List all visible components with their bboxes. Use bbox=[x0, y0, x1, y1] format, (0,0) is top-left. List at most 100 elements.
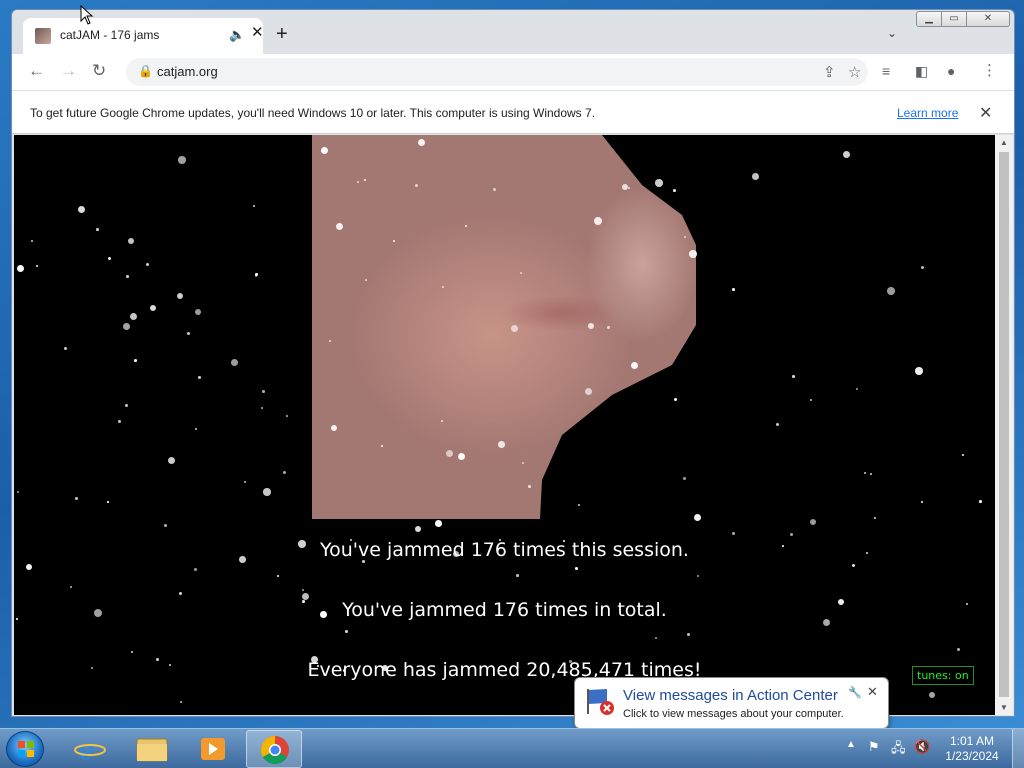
media-control-icon[interactable]: ≡ bbox=[882, 62, 890, 80]
starfield-star bbox=[94, 609, 102, 617]
starfield-star bbox=[164, 524, 167, 527]
starfield-star bbox=[522, 462, 524, 464]
show-desktop-button[interactable] bbox=[1012, 729, 1024, 768]
reload-icon[interactable]: ↻ bbox=[92, 62, 106, 80]
side-panel-icon[interactable]: ◧ bbox=[915, 62, 928, 80]
starfield-star bbox=[195, 428, 197, 430]
starfield-star bbox=[453, 551, 459, 557]
maximize-button[interactable]: ▭ bbox=[941, 11, 967, 27]
starfield-star bbox=[17, 491, 20, 494]
starfield-star bbox=[329, 340, 331, 342]
starfield-star bbox=[520, 272, 522, 274]
menu-kebab-icon[interactable]: ⋮ bbox=[982, 62, 997, 80]
taskbar: e ▲ ⚑ 🖧 🔇 1:01 AM 1/23/2024 bbox=[0, 728, 1024, 768]
starfield-star bbox=[365, 279, 367, 281]
taskbar-internet-explorer[interactable]: e bbox=[62, 730, 118, 768]
starfield-star bbox=[36, 265, 38, 267]
network-icon[interactable]: 🖧 bbox=[891, 739, 906, 761]
learn-more-link[interactable]: Learn more bbox=[897, 106, 958, 120]
starfield-star bbox=[393, 240, 395, 242]
tab-title: catJAM - 176 jams bbox=[60, 28, 160, 42]
starfield-star bbox=[790, 533, 794, 537]
wrench-icon[interactable]: 🔧 bbox=[848, 686, 862, 699]
starfield-star bbox=[286, 415, 288, 417]
tab-close-icon[interactable]: ✕ bbox=[251, 25, 264, 41]
scroll-up-arrow-icon[interactable]: ▲ bbox=[1000, 138, 1008, 147]
volume-muted-icon[interactable]: 🔇 bbox=[914, 739, 930, 755]
taskbar-file-explorer[interactable] bbox=[124, 730, 180, 768]
starfield-star bbox=[697, 575, 700, 578]
starfield-star bbox=[17, 265, 25, 273]
notification-title[interactable]: View messages in Action Center bbox=[623, 687, 838, 704]
starfield-star bbox=[915, 367, 923, 375]
tab-search-chevron-icon[interactable]: ⌄ bbox=[887, 26, 897, 40]
starfield-star bbox=[493, 188, 496, 191]
starfield-star bbox=[350, 539, 352, 541]
starfield-star bbox=[302, 600, 305, 603]
back-icon[interactable]: ← bbox=[28, 62, 45, 80]
starfield-star bbox=[655, 179, 663, 187]
starfield-star bbox=[362, 560, 365, 563]
starfield-star bbox=[75, 497, 78, 500]
starfield-star bbox=[131, 651, 134, 654]
session-jam-count: You've jammed 176 times this session. bbox=[320, 539, 689, 561]
vertical-scrollbar[interactable]: ▲ ▼ bbox=[995, 135, 1013, 715]
scroll-down-arrow-icon[interactable]: ▼ bbox=[1000, 703, 1008, 712]
scroll-thumb[interactable] bbox=[999, 152, 1009, 697]
internet-explorer-icon: e bbox=[74, 736, 106, 766]
starfield-star bbox=[198, 376, 202, 380]
starfield-star bbox=[178, 156, 186, 164]
taskbar-media-player[interactable] bbox=[185, 730, 241, 768]
action-center-flag-tray-icon[interactable]: ⚑ bbox=[868, 739, 880, 755]
clock-date: 1/23/2024 bbox=[945, 749, 999, 763]
starfield-star bbox=[343, 669, 346, 672]
url-text[interactable]: catjam.org bbox=[157, 64, 218, 79]
starfield-star bbox=[128, 238, 135, 245]
clock[interactable]: 1:01 AM 1/23/2024 bbox=[944, 734, 1000, 764]
start-button[interactable] bbox=[6, 731, 44, 767]
starfield-star bbox=[732, 288, 735, 291]
action-center-notification[interactable]: View messages in Action Center Click to … bbox=[574, 677, 889, 739]
starfield-star bbox=[776, 423, 779, 426]
starfield-star bbox=[578, 504, 580, 506]
infobar-close-icon[interactable]: ✕ bbox=[979, 103, 992, 123]
starfield-star bbox=[345, 630, 348, 633]
starfield-star bbox=[810, 399, 813, 402]
tab-strip: catJAM - 176 jams 🔈 ✕ + ⌄ ▁ ▭ ✕ bbox=[12, 10, 1014, 54]
starfield-star bbox=[684, 236, 686, 238]
new-tab-button[interactable]: + bbox=[276, 24, 288, 44]
starfield-star bbox=[317, 665, 319, 667]
starfield-star bbox=[118, 420, 122, 424]
minimize-button[interactable]: ▁ bbox=[916, 11, 942, 27]
starfield-star bbox=[253, 205, 255, 207]
starfield-star bbox=[511, 325, 518, 332]
starfield-star bbox=[357, 181, 359, 183]
starfield-star bbox=[852, 564, 856, 568]
media-player-icon bbox=[201, 738, 225, 760]
page-viewport[interactable]: You've jammed 176 times this session. Yo… bbox=[14, 135, 995, 715]
bookmark-star-icon[interactable]: ☆ bbox=[848, 63, 861, 81]
window-close-button[interactable]: ✕ bbox=[966, 11, 1010, 27]
starfield-star bbox=[168, 457, 176, 465]
taskbar-chrome[interactable] bbox=[246, 730, 302, 768]
action-center-flag-icon bbox=[587, 689, 614, 715]
notification-close-icon[interactable]: ✕ bbox=[867, 684, 878, 700]
starfield-star bbox=[302, 589, 304, 591]
update-infobar: To get future Google Chrome updates, you… bbox=[12, 90, 1014, 134]
tunes-toggle[interactable]: tunes: on bbox=[912, 666, 974, 685]
tab-catjam[interactable]: catJAM - 176 jams 🔈 ✕ bbox=[23, 18, 264, 54]
tray-overflow-chevron-icon[interactable]: ▲ bbox=[846, 739, 856, 750]
profile-avatar-icon[interactable]: ● bbox=[947, 62, 955, 80]
clock-time: 1:01 AM bbox=[949, 734, 995, 748]
speaker-icon[interactable]: 🔈 bbox=[229, 27, 245, 43]
starfield-star bbox=[674, 398, 678, 402]
starfield-star bbox=[575, 567, 578, 570]
starfield-star bbox=[415, 526, 422, 533]
forward-icon[interactable]: → bbox=[60, 62, 77, 80]
share-icon[interactable]: ⇪ bbox=[823, 63, 836, 81]
starfield-star bbox=[64, 347, 67, 350]
lock-icon[interactable]: 🔒 bbox=[138, 64, 153, 78]
starfield-star bbox=[921, 266, 925, 270]
address-bar[interactable]: 🔒 catjam.org ⇪ ☆ bbox=[126, 58, 868, 86]
starfield-star bbox=[435, 520, 442, 527]
